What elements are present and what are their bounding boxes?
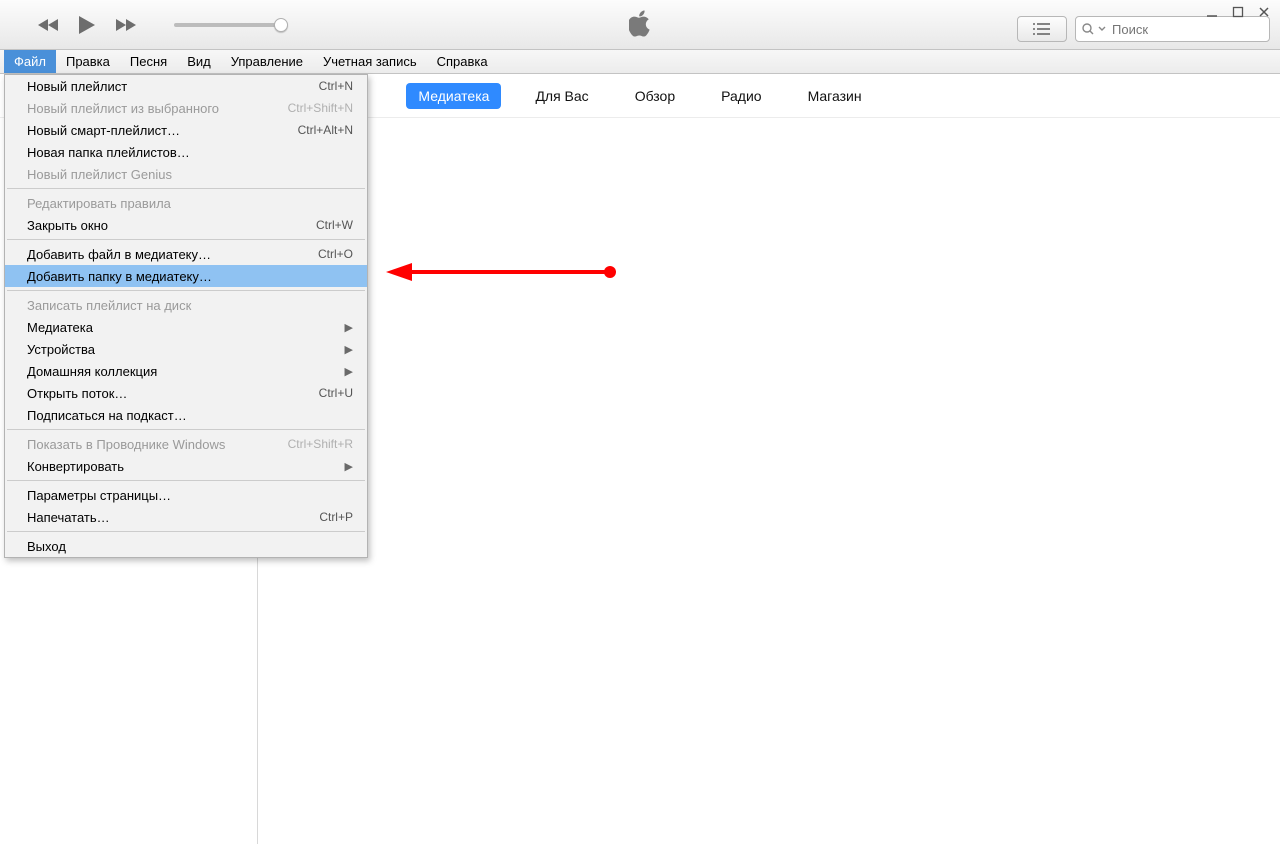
menu-item[interactable]: Устройства ▶ (5, 338, 367, 360)
chevron-right-icon: ▶ (345, 343, 353, 356)
menu-item-label: Выход (27, 539, 66, 554)
menu-separator (7, 290, 365, 291)
menu-item-shortcut: Ctrl+Shift+R (288, 437, 353, 451)
menu-item[interactable]: Добавить папку в медиатеку… (5, 265, 367, 287)
menu-item-shortcut: Ctrl+W (316, 218, 353, 232)
menu-item-label: Напечатать… (27, 510, 110, 525)
menu-правка[interactable]: Правка (56, 50, 120, 73)
menu-item-label: Домашняя коллекция (27, 364, 157, 379)
menu-item-label: Редактировать правила (27, 196, 171, 211)
menu-item-label: Новый плейлист (27, 79, 127, 94)
close-button[interactable] (1256, 4, 1272, 20)
menu-item-label: Конвертировать (27, 459, 124, 474)
menu-separator (7, 429, 365, 430)
chevron-right-icon: ▶ (345, 460, 353, 473)
menu-item-shortcut: Ctrl+P (319, 510, 353, 524)
menu-separator (7, 188, 365, 189)
apple-logo-icon (629, 10, 651, 39)
play-button[interactable] (78, 15, 96, 35)
menu-управление[interactable]: Управление (221, 50, 313, 73)
menu-item-label: Устройства (27, 342, 95, 357)
menu-item-label: Записать плейлист на диск (27, 298, 191, 313)
tab-4[interactable]: Магазин (796, 83, 874, 109)
menu-bar: ФайлПравкаПесняВидУправлениеУчетная запи… (0, 50, 1280, 74)
menu-item-label: Добавить файл в медиатеку… (27, 247, 211, 262)
list-view-button[interactable] (1017, 16, 1067, 42)
previous-button[interactable] (38, 18, 60, 32)
maximize-button[interactable] (1230, 4, 1246, 20)
menu-item[interactable]: Закрыть окно Ctrl+W (5, 214, 367, 236)
menu-item-shortcut: Ctrl+Shift+N (288, 101, 353, 115)
menu-item-label: Добавить папку в медиатеку… (27, 269, 212, 284)
menu-item-label: Параметры страницы… (27, 488, 171, 503)
menu-item-label: Подписаться на подкаст… (27, 408, 187, 423)
tab-0[interactable]: Медиатека (406, 83, 501, 109)
menu-item: Показать в Проводнике Windows Ctrl+Shift+… (5, 433, 367, 455)
menu-item-shortcut: Ctrl+O (318, 247, 353, 261)
playback-controls (0, 15, 284, 35)
menu-item-label: Показать в Проводнике Windows (27, 437, 225, 452)
menu-item: Новый плейлист Genius (5, 163, 367, 185)
chevron-down-icon (1098, 25, 1106, 33)
menu-item-label: Новая папка плейлистов… (27, 145, 190, 160)
menu-справка[interactable]: Справка (427, 50, 498, 73)
menu-item: Редактировать правила (5, 192, 367, 214)
menu-item[interactable]: Выход (5, 535, 367, 557)
menu-item[interactable]: Параметры страницы… (5, 484, 367, 506)
menu-файл[interactable]: Файл (4, 50, 56, 73)
menu-вид[interactable]: Вид (177, 50, 221, 73)
menu-item-label: Медиатека (27, 320, 93, 335)
menu-item-label: Новый плейлист из выбранного (27, 101, 219, 116)
menu-separator (7, 480, 365, 481)
menu-item: Новый плейлист из выбранного Ctrl+Shift+N (5, 97, 367, 119)
minimize-button[interactable] (1204, 4, 1220, 20)
menu-item[interactable]: Новая папка плейлистов… (5, 141, 367, 163)
menu-item[interactable]: Напечатать… Ctrl+P (5, 506, 367, 528)
menu-item[interactable]: Открыть поток… Ctrl+U (5, 382, 367, 404)
menu-item[interactable]: Домашняя коллекция ▶ (5, 360, 367, 382)
menu-item-shortcut: Ctrl+Alt+N (298, 123, 353, 137)
next-button[interactable] (114, 18, 136, 32)
menu-item-label: Новый смарт-плейлист… (27, 123, 180, 138)
menu-item[interactable]: Медиатека ▶ (5, 316, 367, 338)
menu-item: Записать плейлист на диск (5, 294, 367, 316)
menu-item-label: Закрыть окно (27, 218, 108, 233)
search-icon (1082, 23, 1094, 35)
file-menu-dropdown: Новый плейлист Ctrl+N Новый плейлист из вы… (4, 74, 368, 558)
window-controls (1204, 4, 1272, 20)
menu-item[interactable]: Добавить файл в медиатеку… Ctrl+O (5, 243, 367, 265)
chevron-right-icon: ▶ (345, 321, 353, 334)
menu-separator (7, 239, 365, 240)
menu-item-label: Новый плейлист Genius (27, 167, 172, 182)
menu-item[interactable]: Подписаться на подкаст… (5, 404, 367, 426)
search-input[interactable] (1110, 21, 1263, 38)
menu-separator (7, 531, 365, 532)
player-toolbar (0, 0, 1280, 50)
annotation-arrow (386, 262, 626, 285)
menu-item[interactable]: Конвертировать ▶ (5, 455, 367, 477)
menu-item-label: Открыть поток… (27, 386, 127, 401)
menu-песня[interactable]: Песня (120, 50, 177, 73)
tab-1[interactable]: Для Вас (523, 83, 600, 109)
menu-item[interactable]: Новый плейлист Ctrl+N (5, 75, 367, 97)
menu-item-shortcut: Ctrl+U (319, 386, 353, 400)
tab-2[interactable]: Обзор (623, 83, 687, 109)
chevron-right-icon: ▶ (345, 365, 353, 378)
menu-item-shortcut: Ctrl+N (319, 79, 353, 93)
tab-3[interactable]: Радио (709, 83, 773, 109)
volume-slider[interactable] (174, 23, 284, 27)
menu-item[interactable]: Новый смарт-плейлист… Ctrl+Alt+N (5, 119, 367, 141)
menu-учетная запись[interactable]: Учетная запись (313, 50, 427, 73)
